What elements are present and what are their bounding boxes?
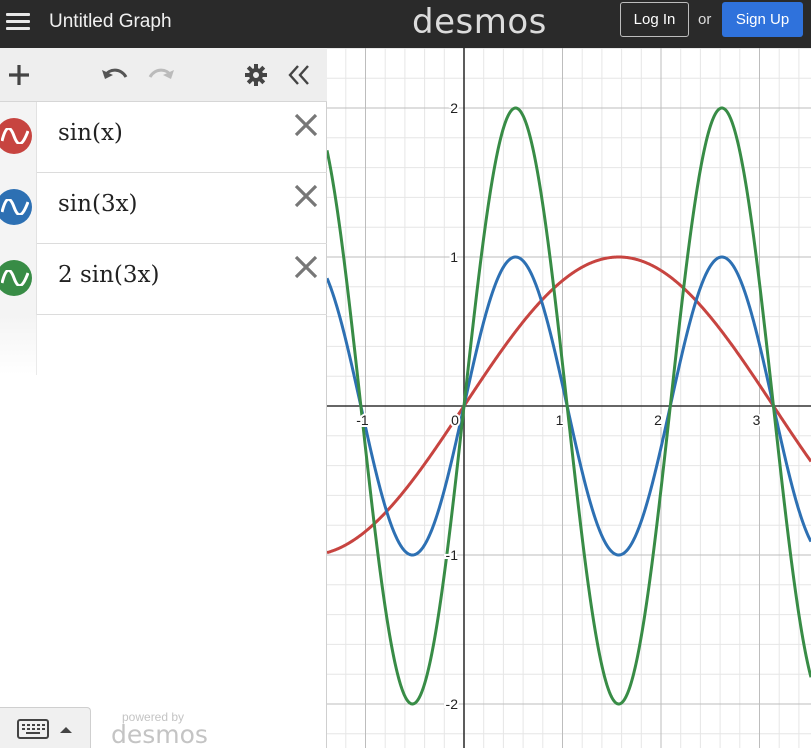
tick-label: 1 <box>450 249 458 265</box>
new-expression-row[interactable] <box>0 315 327 375</box>
powered-by-logo: desmos <box>111 720 208 748</box>
tick-label: 0 <box>451 412 459 428</box>
plus-icon[interactable] <box>5 61 33 89</box>
function-curve <box>327 255 811 555</box>
double-chevron-left-icon[interactable] <box>286 60 312 90</box>
or-label: or <box>698 11 712 28</box>
wave-color-icon[interactable] <box>0 118 32 154</box>
caret-up-icon <box>60 727 72 733</box>
close-icon[interactable] <box>293 183 319 209</box>
close-icon[interactable] <box>293 254 319 280</box>
keyboard-toggle-button[interactable] <box>0 707 91 748</box>
expression-gutter <box>0 244 37 315</box>
expression-gutter <box>0 173 37 244</box>
desmos-logo: desmos <box>412 2 547 42</box>
expression-panel: sin(x) sin(3x) 2 sin(3x) powered by desm… <box>0 48 327 748</box>
undo-icon[interactable] <box>100 60 130 90</box>
tick-label: 2 <box>450 100 458 116</box>
tick-label: 2 <box>654 412 662 428</box>
tick-label: -1 <box>446 547 459 563</box>
menu-icon[interactable] <box>6 10 30 34</box>
gear-icon[interactable] <box>241 60 271 90</box>
tick-label: -2 <box>446 696 459 712</box>
redo-icon[interactable] <box>146 60 176 90</box>
top-bar: Untitled Graph desmos Log In or Sign Up <box>0 0 811 48</box>
login-button[interactable]: Log In <box>620 2 689 37</box>
expression-input[interactable]: sin(x) <box>58 120 123 146</box>
expression-list: sin(x) sin(3x) 2 sin(3x) <box>0 102 327 375</box>
wave-color-icon[interactable] <box>0 189 32 225</box>
graph-title[interactable]: Untitled Graph <box>49 11 172 33</box>
expression-row[interactable]: sin(3x) <box>0 173 327 244</box>
expression-gutter <box>0 102 37 173</box>
wave-color-icon[interactable] <box>0 260 32 296</box>
tick-label: 1 <box>556 412 564 428</box>
graph-plot[interactable]: -1 0 1 2 3 2 1 -1 -2 <box>327 48 811 748</box>
graph-canvas[interactable]: -1 0 1 2 3 2 1 -1 -2 <box>327 48 811 748</box>
expression-input[interactable]: 2 sin(3x) <box>58 262 159 288</box>
tick-label: 3 <box>753 412 761 428</box>
signup-button[interactable]: Sign Up <box>722 2 803 37</box>
expression-row[interactable]: sin(x) <box>0 102 327 173</box>
expression-input[interactable]: sin(3x) <box>58 191 138 217</box>
expression-gutter <box>0 315 37 375</box>
expression-row[interactable]: 2 sin(3x) <box>0 244 327 315</box>
expression-toolbar <box>0 48 327 102</box>
tick-label: -1 <box>356 412 369 428</box>
close-icon[interactable] <box>293 112 319 138</box>
